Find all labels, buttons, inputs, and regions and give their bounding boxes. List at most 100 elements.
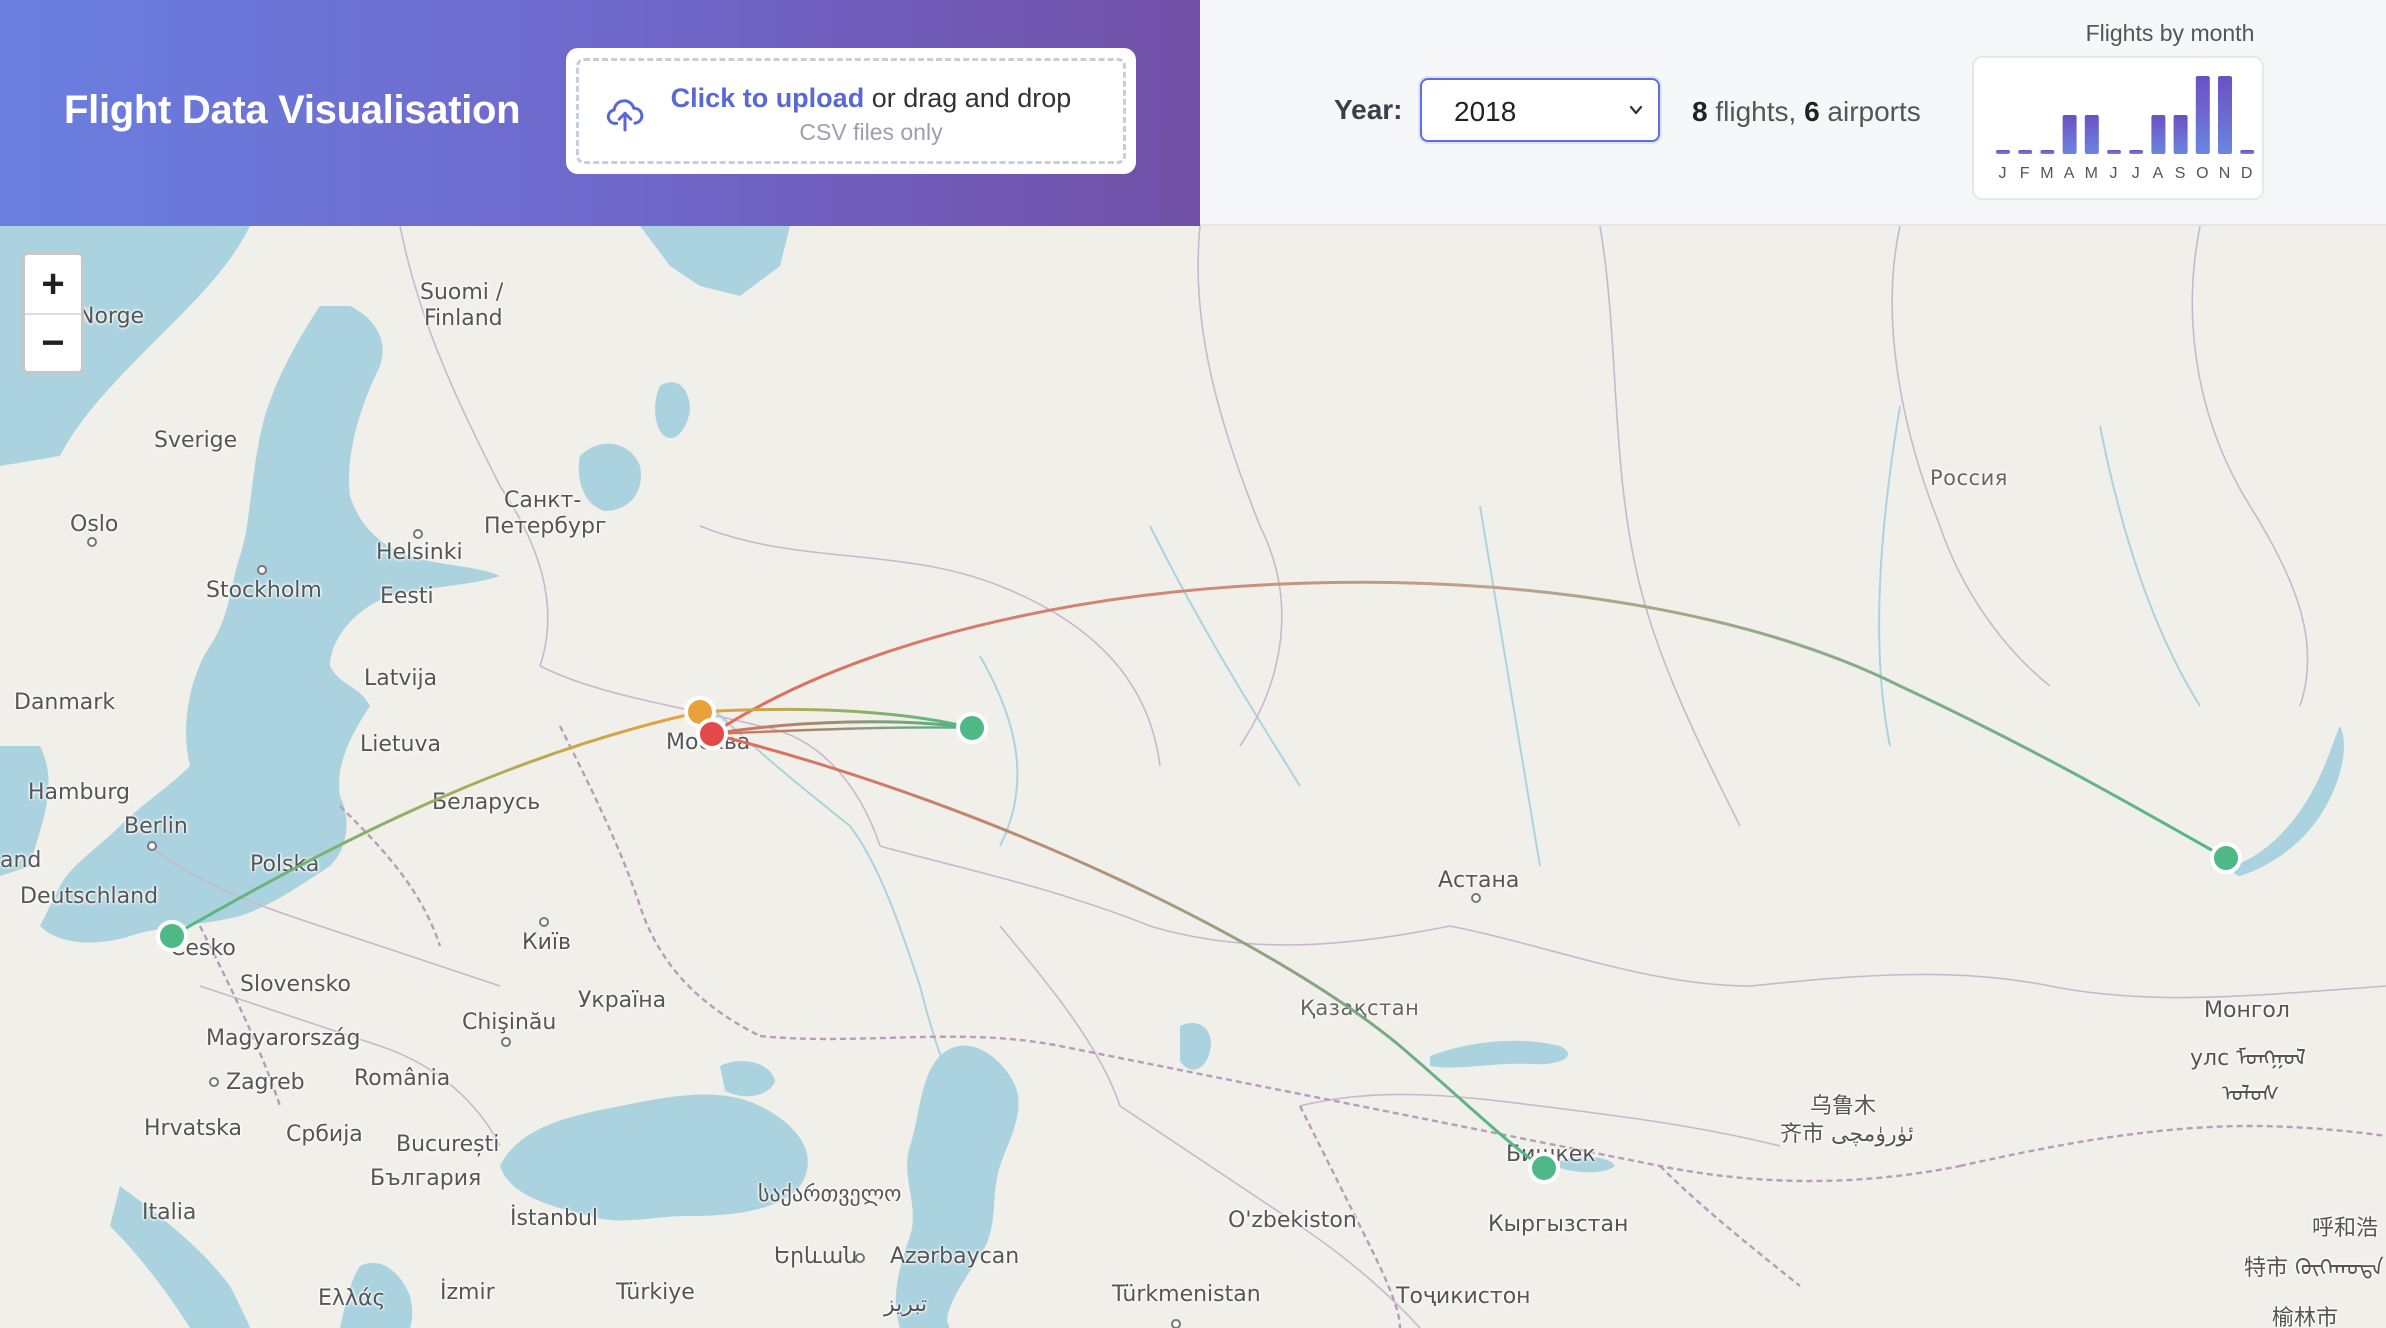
map-label-danmark: Danmark [14, 690, 116, 715]
year-select[interactable]: 2018 [1420, 78, 1660, 142]
map-label-hohhot-1: 呼和浩 [2312, 1216, 2379, 1241]
flight-map[interactable]: Norge Suomi / Finland Sverige Oslo Helsi… [0, 226, 2386, 1328]
month-bar-2 [2040, 150, 2055, 154]
map-label-kyiv: Київ [522, 930, 571, 955]
map-label-moskva: Москва [666, 730, 751, 755]
month-bar-5 [2107, 150, 2121, 154]
airports-word: airports [1819, 96, 1921, 127]
header-banner: Flight Data Visualisation Click to uploa… [0, 0, 1200, 226]
map-label-mongol-1: Монгол [2204, 998, 2290, 1023]
year-select-value: 2018 [1454, 96, 1517, 127]
map-label-bulgaria: България [370, 1166, 482, 1191]
map-label-bucuresti: București [396, 1132, 500, 1157]
year-label: Year: [1334, 94, 1403, 125]
zoom-out-button[interactable]: − [25, 313, 81, 371]
map-label-yerevan: Երևան [774, 1244, 858, 1269]
map-label-lietuva: Lietuva [360, 732, 441, 757]
upload-dropzone[interactable]: Click to upload or drag and drop CSV fil… [566, 48, 1136, 174]
map-label-polska: Polska [250, 852, 320, 877]
month-tick-9: O [2196, 165, 2209, 182]
month-tick-3: A [2064, 165, 2076, 182]
map-label-izmir: İzmir [440, 1280, 495, 1305]
zoom-control: + − [22, 252, 84, 374]
upload-hint: CSV files only [799, 119, 943, 145]
month-tick-2: M [2040, 165, 2054, 182]
map-label-eesti: Eesti [380, 584, 434, 609]
map-label-stockholm: Stockholm [206, 578, 322, 603]
map-label-bishkek: Бишкек [1506, 1142, 1596, 1167]
map-label-uzbekiston: O'zbekiston [1228, 1208, 1357, 1233]
map-label-yulin: 榆林市 [2272, 1306, 2339, 1328]
map-label-chisinau: Chişinău [462, 1010, 557, 1035]
map-label-hohhot-2: 特市 ᠬᠦᠬᠡᠬᠣᠲᠠ [2244, 1256, 2384, 1281]
month-chart: JFMAMJJASOND [1972, 56, 2264, 200]
month-bar-6 [2129, 150, 2144, 154]
map-label-urumqi-2: 齐市 ئۈرۈمچى [1780, 1122, 1915, 1147]
map-label-italia: Italia [142, 1200, 197, 1225]
map-label-cesko: Česko [170, 936, 236, 961]
map-label-srbija: Србија [286, 1122, 363, 1147]
map-label-and: and [0, 848, 42, 873]
month-tick-6: J [2132, 165, 2141, 182]
month-tick-4: M [2085, 165, 2099, 182]
map-label-spb-2: Петербург [484, 514, 607, 539]
month-chart-title: Flights by month [2085, 20, 2255, 46]
map-label-ellas: Ελλάς [318, 1286, 386, 1311]
upload-link[interactable]: Click to upload [671, 83, 865, 113]
map-label-mongol-3: ᠤᠯᠤᠰ [2222, 1082, 2280, 1107]
map-label-hrvatska: Hrvatska [144, 1116, 243, 1141]
map-label-latvija: Latvija [364, 666, 438, 691]
map-label-oslo: Oslo [70, 512, 119, 537]
chevron-down-icon [1629, 105, 1643, 115]
month-bar-11 [2240, 150, 2255, 154]
map-label-kyrgyzstan: Кыргызстан [1488, 1212, 1629, 1237]
map-label-belarus: Беларусь [432, 790, 541, 815]
map-label-spb-1: Санкт- [504, 488, 582, 513]
map-label-tojikiston: Тоҷикистон [1396, 1284, 1531, 1309]
month-tick-7: A [2153, 165, 2165, 182]
flights-count: 8 [1692, 96, 1708, 127]
month-chart-svg: JFMAMJJASOND [1996, 76, 2255, 182]
map-label-kazakhstan: Қазақстан [1300, 996, 1420, 1020]
map-label-tabriz: تبریز [884, 1292, 928, 1317]
month-bar-4 [2084, 115, 2099, 154]
month-tick-0: J [1999, 165, 2008, 182]
month-bar-10 [2218, 76, 2232, 154]
upload-dropzone-border[interactable]: Click to upload or drag and drop CSV fil… [576, 58, 1126, 164]
month-bar-1 [2018, 150, 2033, 154]
map-label-azerbaycan: Azərbaycan [890, 1244, 1020, 1269]
zoom-in-button[interactable]: + [25, 255, 81, 313]
month-tick-8: S [2175, 165, 2187, 182]
upload-instructions: Click to upload or drag and drop [579, 83, 1123, 114]
flights-word: flights, [1707, 96, 1805, 127]
map-label-berlin: Berlin [124, 814, 188, 839]
map-label-romania: România [354, 1066, 451, 1091]
map-label-turkmenistan: Türkmenistan [1112, 1282, 1261, 1307]
map-label-magyarorszag: Magyarország [206, 1026, 361, 1051]
map-tiles[interactable] [0, 226, 2386, 1328]
map-label-finland: Finland [424, 306, 503, 331]
month-bar-3 [2062, 115, 2077, 154]
map-label-turkiye: Türkiye [616, 1280, 695, 1305]
map-label-helsinki: Helsinki [376, 540, 463, 565]
map-label-mongol-2: улс ᠮᠣᠩᠭᠣᠯ [2190, 1046, 2306, 1071]
map-label-slovensko: Slovensko [240, 972, 351, 997]
month-bar-0 [1996, 150, 2010, 154]
month-bar-8 [2173, 115, 2188, 154]
month-bar-7 [2151, 115, 2166, 154]
map-label-suomi: Suomi / [420, 280, 504, 305]
map-label-hamburg: Hamburg [28, 780, 130, 805]
map-label-sverige: Sverige [154, 428, 238, 453]
month-tick-10: N [2219, 165, 2232, 182]
app-title: Flight Data Visualisation [64, 88, 521, 132]
map-label-ukraina: Україна [578, 988, 667, 1013]
map-label-rossiya: Россия [1930, 466, 2008, 490]
airports-count: 6 [1804, 96, 1820, 127]
upload-drag-text: or drag and drop [864, 83, 1072, 113]
map-label-norge: Norge [78, 304, 145, 329]
month-tick-11: D [2241, 165, 2254, 182]
controls-panel: Year: 2018 8 flights, 6 airports Flights… [1200, 0, 2386, 226]
map-label-deutschland: Deutschland [20, 884, 159, 909]
map-label-astana: Астана [1438, 868, 1520, 893]
month-tick-1: F [2020, 165, 2031, 182]
